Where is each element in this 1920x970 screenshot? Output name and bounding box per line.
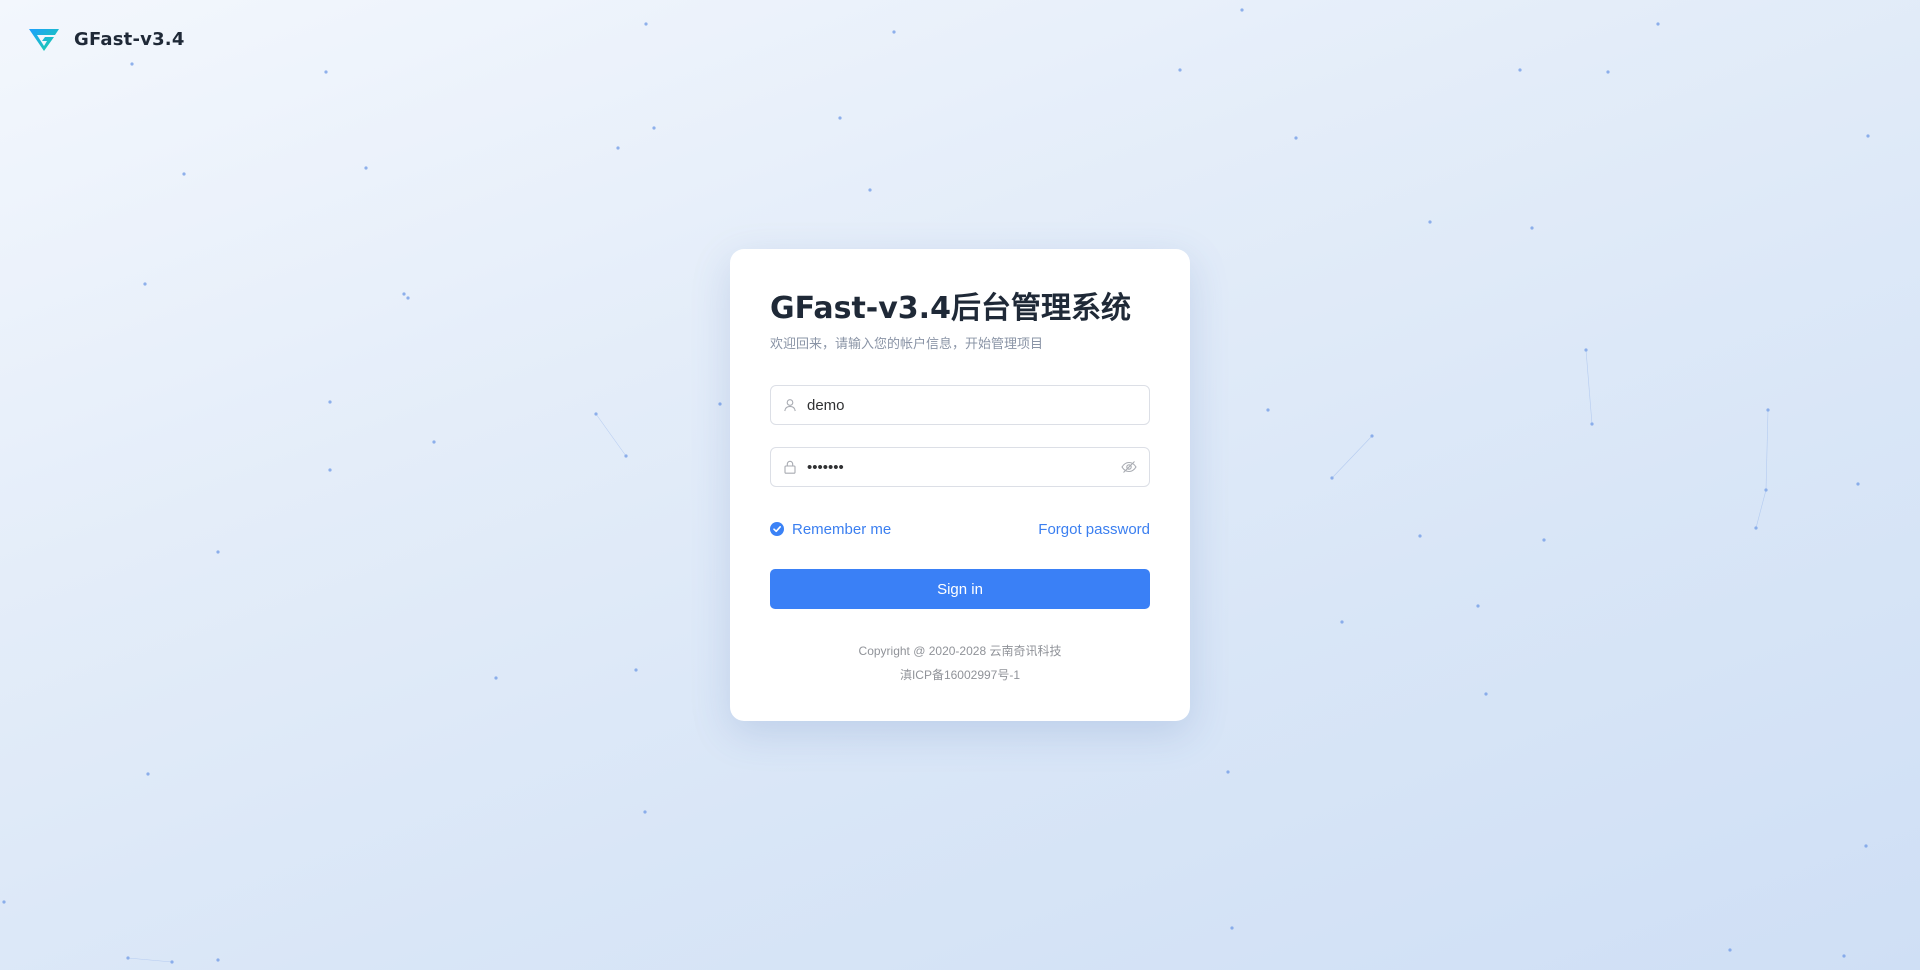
background-particle xyxy=(1340,620,1344,624)
background-particle-link xyxy=(127,957,173,963)
background-particle xyxy=(494,676,498,680)
background-particle xyxy=(402,292,406,296)
username-field[interactable] xyxy=(770,385,1150,425)
login-title: GFast-v3.4后台管理系统 xyxy=(770,291,1131,326)
login-card: GFast-v3.4后台管理系统 欢迎回来，请输入您的帐户信息，开始管理项目 d… xyxy=(730,249,1190,721)
background-particle xyxy=(1226,770,1230,774)
remember-me-checkbox[interactable]: Remember me xyxy=(770,521,891,538)
background-particle xyxy=(1864,844,1868,848)
background-particle xyxy=(328,468,332,472)
background-particle xyxy=(324,70,328,74)
login-footer: Copyright @ 2020-2028 云南奇讯科技 滇ICP备160029… xyxy=(770,639,1150,687)
background-particle xyxy=(1484,692,1488,696)
background-particle xyxy=(1866,134,1870,138)
background-particle xyxy=(1178,68,1182,72)
gfast-logo-icon xyxy=(29,29,59,51)
background-particle xyxy=(216,550,220,554)
background-particle xyxy=(1728,948,1732,952)
background-particle xyxy=(868,188,872,192)
background-particle xyxy=(616,146,620,150)
background-particle xyxy=(1656,22,1660,26)
background-particle xyxy=(216,958,220,962)
background-particle-link xyxy=(1585,349,1593,425)
login-subtitle: 欢迎回来，请输入您的帐户信息，开始管理项目 xyxy=(770,336,1044,351)
background-particle xyxy=(143,282,147,286)
background-particle-link xyxy=(1755,489,1767,529)
remember-me-label[interactable]: Remember me xyxy=(792,521,891,538)
background-particle xyxy=(1266,408,1270,412)
background-particle xyxy=(1518,68,1522,72)
lock-icon xyxy=(784,460,796,474)
background-particle xyxy=(1476,604,1480,608)
background-particle xyxy=(1294,136,1298,140)
login-options: Remember me Forgot password xyxy=(770,519,1150,539)
forgot-password-link[interactable]: Forgot password xyxy=(1038,521,1150,538)
check-icon xyxy=(773,526,781,533)
background-particle xyxy=(634,668,638,672)
background-particle-link xyxy=(1331,435,1373,479)
background-particle xyxy=(182,172,186,176)
background-particle-link xyxy=(1765,409,1769,491)
background-particle xyxy=(1428,220,1432,224)
background-particle xyxy=(1542,538,1546,542)
user-icon xyxy=(784,399,796,412)
background-particle xyxy=(644,22,648,26)
password-field[interactable] xyxy=(770,447,1150,487)
username-input[interactable] xyxy=(807,387,1137,423)
background-particle xyxy=(406,296,410,300)
sign-in-button[interactable]: Sign in xyxy=(770,569,1150,609)
eye-off-icon[interactable] xyxy=(1121,460,1137,474)
background-particle xyxy=(1418,534,1422,538)
icp-text[interactable]: 滇ICP备16002997号-1 xyxy=(770,663,1150,687)
background-particle xyxy=(328,400,332,404)
background-particle xyxy=(1856,482,1860,486)
background-particle xyxy=(643,810,647,814)
background-particle xyxy=(2,900,6,904)
background-particle xyxy=(718,402,722,406)
copyright-text: Copyright @ 2020-2028 云南奇讯科技 xyxy=(858,644,1062,658)
background-particle xyxy=(1842,954,1846,958)
background-particle xyxy=(364,166,368,170)
checkbox-checked-icon[interactable] xyxy=(770,522,784,536)
background-particle xyxy=(130,62,134,66)
background-particle xyxy=(1230,926,1234,930)
background-particle xyxy=(1606,70,1610,74)
background-particle-link xyxy=(595,413,627,457)
background-particle xyxy=(838,116,842,120)
background-particle xyxy=(892,30,896,34)
background-particle xyxy=(432,440,436,444)
background-particle xyxy=(652,126,656,130)
background-particle xyxy=(1240,8,1244,12)
brand-header: GFast-v3.4 xyxy=(28,26,185,52)
background-particle xyxy=(1530,226,1534,230)
password-input[interactable] xyxy=(807,449,1121,485)
brand-name: GFast-v3.4 xyxy=(74,28,185,50)
background-particle xyxy=(146,772,150,776)
